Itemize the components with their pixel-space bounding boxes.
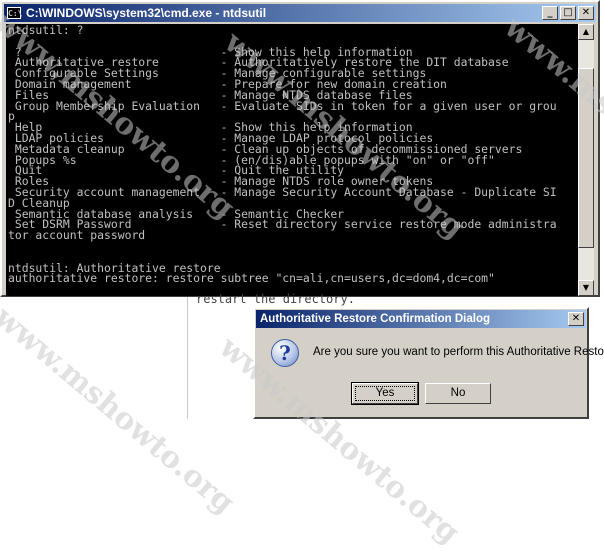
scroll-up-icon[interactable]: ▲ bbox=[578, 24, 594, 40]
confirmation-dialog: Authoritative Restore Confirmation Dialo… bbox=[253, 307, 604, 419]
no-button-label: No bbox=[450, 387, 466, 399]
cmd-icon: C:\ bbox=[7, 7, 23, 19]
window-titlebar[interactable]: C:\ C:\WINDOWS\system32\cmd.exe - ntdsut… bbox=[4, 4, 596, 22]
cmd-window: C:\ C:\WINDOWS\system32\cmd.exe - ntdsut… bbox=[0, 0, 600, 297]
maximize-button[interactable]: □ bbox=[560, 6, 576, 20]
dialog-close-button[interactable]: ✕ bbox=[568, 312, 584, 326]
dialog-title: Authoritative Restore Confirmation Dialo… bbox=[260, 313, 491, 325]
watermark-text: www.mshowto.org bbox=[0, 300, 242, 521]
close-button[interactable]: ✕ bbox=[578, 6, 594, 20]
dialog-titlebar[interactable]: Authoritative Restore Confirmation Dialo… bbox=[256, 310, 586, 328]
background-text: restart the directory. bbox=[196, 292, 355, 306]
window-controls: _ □ ✕ bbox=[542, 6, 594, 20]
scroll-down-icon[interactable]: ▼ bbox=[578, 280, 594, 296]
yes-button[interactable]: Yes bbox=[351, 382, 419, 405]
scroll-thumb[interactable] bbox=[578, 68, 594, 248]
question-icon: ? bbox=[271, 339, 299, 367]
no-button[interactable]: No bbox=[425, 383, 491, 404]
console-output[interactable]: ntdsutil: ? ? - Show this help informati… bbox=[6, 24, 582, 296]
window-title: C:\WINDOWS\system32\cmd.exe - ntdsutil bbox=[26, 6, 267, 20]
dialog-message: Are you sure you want to perform this Au… bbox=[313, 346, 604, 358]
console-text: ntdsutil: ? ? - Show this help informati… bbox=[8, 24, 557, 286]
minimize-button[interactable]: _ bbox=[542, 6, 558, 20]
yes-button-label: Yes bbox=[355, 386, 415, 401]
vertical-scrollbar[interactable]: ▲ ▼ bbox=[578, 24, 594, 296]
background-divider bbox=[187, 297, 188, 419]
